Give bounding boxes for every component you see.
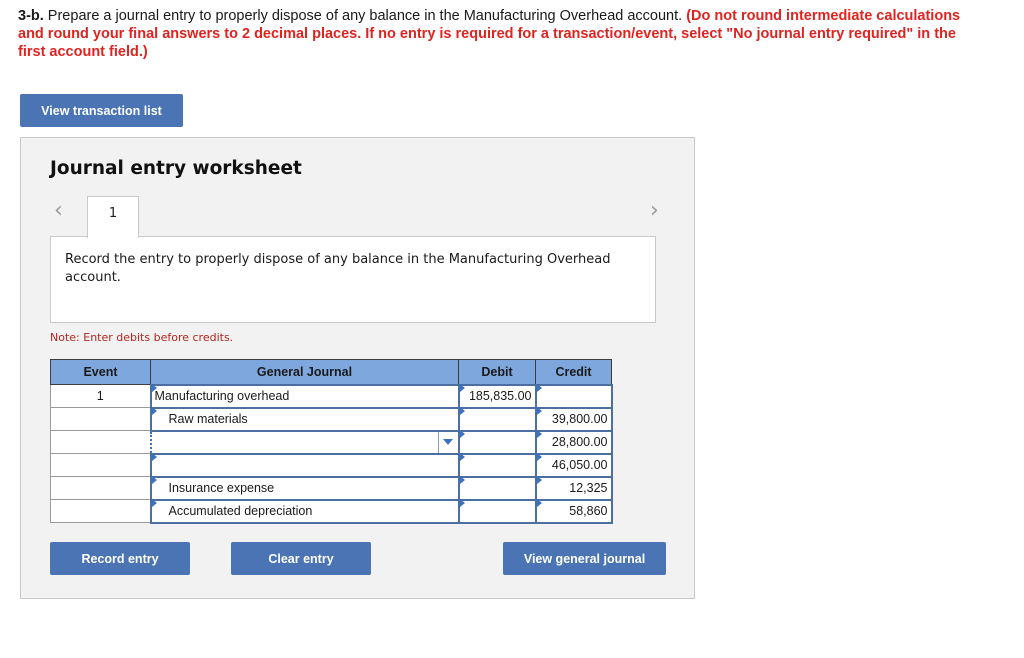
account-field[interactable] [149, 429, 460, 455]
tab-1[interactable]: 1 [87, 196, 139, 238]
credit-field[interactable]: 12,325 [534, 475, 613, 501]
cell-marker-icon [151, 406, 157, 415]
event-cell [50, 476, 151, 500]
table-row: 1 Manufacturing overhead 185,835.00 [50, 383, 613, 409]
debit-field[interactable] [457, 429, 537, 455]
account-field[interactable]: Accumulated depreciation [149, 498, 460, 524]
clear-entry-button[interactable]: Clear entry [231, 542, 371, 575]
header-debit: Debit [458, 359, 536, 385]
header-event: Event [50, 359, 151, 385]
credit-field[interactable] [534, 383, 613, 409]
credit-field[interactable]: 58,860 [534, 498, 613, 524]
chevron-left-icon[interactable]: ‹ [54, 200, 63, 222]
table-row: 46,050.00 [50, 452, 613, 478]
debit-amount: 185,835.00 [468, 388, 532, 403]
credit-amount: 28,800.00 [551, 434, 608, 449]
header-credit: Credit [535, 359, 612, 385]
question-number: 3-b. [18, 8, 44, 24]
account-name: Manufacturing overhead [154, 388, 290, 403]
cell-marker-icon [459, 452, 465, 461]
account-name: Raw materials [168, 411, 248, 426]
account-name: Accumulated depreciation [168, 503, 313, 518]
debit-field[interactable] [457, 475, 537, 501]
cell-marker-icon [536, 452, 542, 461]
cell-marker-icon [536, 429, 542, 438]
debit-field[interactable] [457, 452, 537, 478]
event-cell [50, 453, 151, 477]
debit-credit-note: Note: Enter debits before credits. [50, 331, 234, 344]
cell-marker-icon [151, 498, 157, 507]
credit-amount: 46,050.00 [551, 457, 608, 472]
cell-marker-icon [536, 383, 542, 392]
event-cell [50, 430, 151, 454]
instructions: 3-b. Prepare a journal entry to properly… [18, 7, 978, 61]
account-field[interactable]: Manufacturing overhead [149, 383, 460, 409]
credit-field[interactable]: 39,800.00 [534, 406, 613, 432]
cell-marker-icon [459, 383, 465, 392]
cell-marker-icon [151, 452, 157, 461]
debit-field[interactable]: 185,835.00 [457, 383, 537, 409]
header-general-journal: General Journal [150, 359, 459, 385]
table-header-row: Event General Journal Debit Credit [50, 359, 612, 385]
chevron-right-icon[interactable]: › [650, 200, 659, 222]
account-field[interactable]: Raw materials [149, 406, 460, 432]
table-row: Insurance expense 12,325 [50, 475, 613, 501]
event-cell [50, 407, 151, 431]
event-cell [50, 499, 151, 523]
question-text: Prepare a journal entry to properly disp… [43, 8, 687, 24]
credit-amount: 58,860 [569, 503, 608, 518]
cell-marker-icon [151, 383, 157, 392]
credit-field[interactable]: 46,050.00 [534, 452, 613, 478]
journal-entry-worksheet: Journal entry worksheet ‹ 1 › Record the… [20, 137, 695, 599]
event-cell: 1 [50, 384, 151, 408]
journal-table: Event General Journal Debit Credit 1 Manu… [50, 359, 613, 524]
table-row: Accumulated depreciation 58,860 [50, 498, 613, 524]
cell-marker-icon [536, 498, 542, 507]
credit-amount: 12,325 [569, 480, 608, 495]
worksheet-title: Journal entry worksheet [50, 158, 302, 179]
cell-marker-icon [536, 406, 542, 415]
dropdown-arrow-icon[interactable] [437, 431, 458, 453]
view-transaction-list-button[interactable]: View transaction list [20, 94, 183, 127]
table-row: 28,800.00 [50, 429, 613, 455]
table-row: Raw materials 39,800.00 [50, 406, 613, 432]
cell-marker-icon [459, 429, 465, 438]
view-general-journal-button[interactable]: View general journal [503, 542, 666, 575]
credit-amount: 39,800.00 [551, 411, 608, 426]
cell-marker-icon [459, 475, 465, 484]
debit-field[interactable] [457, 498, 537, 524]
debit-field[interactable] [457, 406, 537, 432]
cell-marker-icon [459, 406, 465, 415]
cell-marker-icon [151, 475, 157, 484]
account-name: Insurance expense [168, 480, 275, 495]
credit-field[interactable]: 28,800.00 [534, 429, 613, 455]
cell-marker-icon [459, 498, 465, 507]
cell-marker-icon [536, 475, 542, 484]
account-field[interactable] [149, 452, 460, 478]
record-entry-button[interactable]: Record entry [50, 542, 190, 575]
account-field[interactable]: Insurance expense [149, 475, 460, 501]
entry-description: Record the entry to properly dispose of … [50, 236, 656, 323]
